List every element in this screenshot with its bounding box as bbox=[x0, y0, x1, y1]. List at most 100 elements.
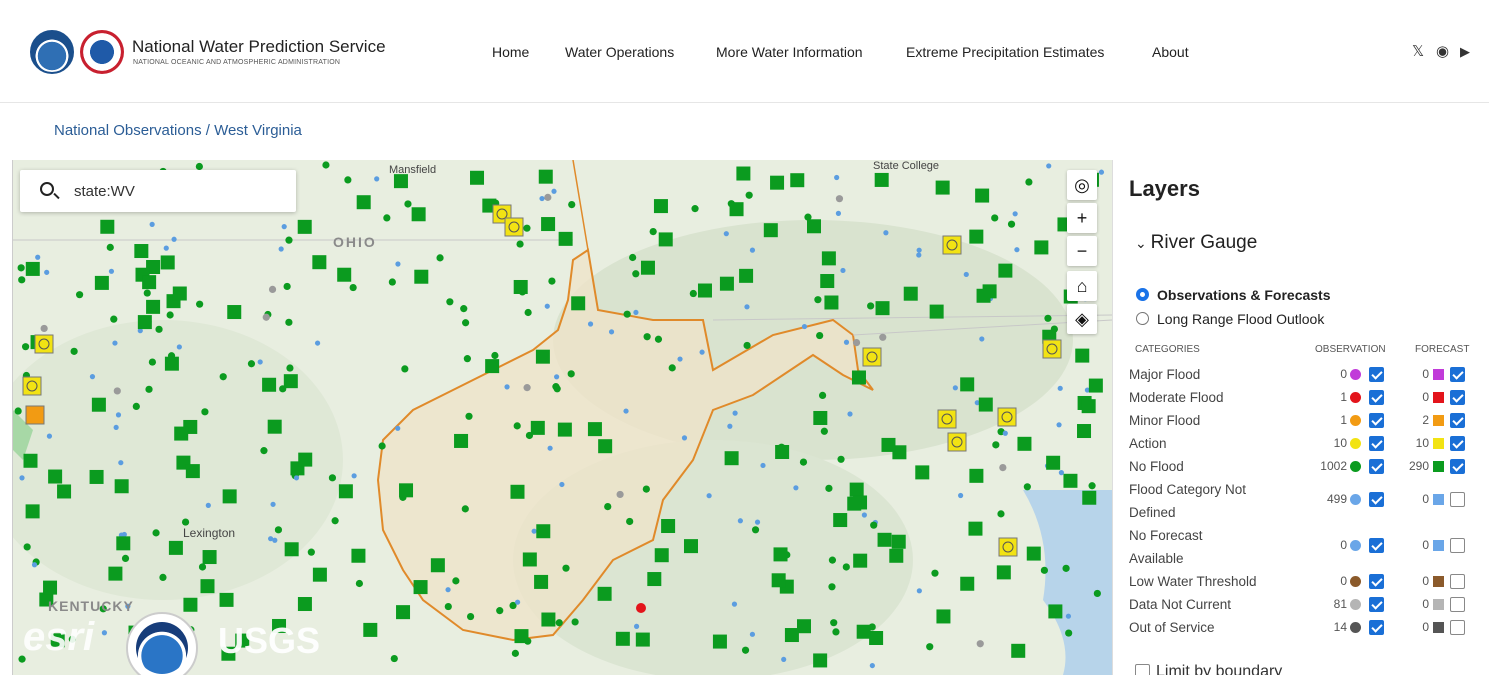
gauge-forecast-square[interactable] bbox=[1026, 546, 1041, 561]
gauge-dot[interactable] bbox=[247, 360, 256, 368]
gauge-dot[interactable] bbox=[623, 408, 629, 414]
gauge-dot[interactable] bbox=[196, 300, 204, 308]
gauge-dot[interactable] bbox=[677, 356, 683, 362]
gauge-dot[interactable] bbox=[828, 556, 837, 564]
gauge-dot[interactable] bbox=[514, 599, 521, 605]
gauge-dot[interactable] bbox=[741, 646, 750, 654]
gauge-dot[interactable] bbox=[181, 518, 190, 526]
gauge-forecast-square[interactable] bbox=[775, 444, 790, 459]
gauge-forecast-square[interactable] bbox=[100, 219, 115, 234]
gauge-dot[interactable] bbox=[749, 631, 756, 637]
gauge-dot[interactable] bbox=[963, 271, 969, 278]
gauge-forecast-square[interactable] bbox=[597, 586, 612, 601]
gauge-forecast-square[interactable] bbox=[284, 542, 299, 557]
gauge-forecast-square[interactable] bbox=[356, 195, 371, 210]
gauge-forecast-square[interactable] bbox=[558, 231, 573, 246]
observation-checkbox[interactable] bbox=[1369, 574, 1384, 589]
gauge-dot[interactable] bbox=[616, 490, 624, 499]
gauge-dot[interactable] bbox=[163, 245, 169, 251]
gauge-dot[interactable] bbox=[1065, 613, 1072, 619]
gauge-dot[interactable] bbox=[121, 531, 127, 538]
map-canvas[interactable] bbox=[13, 160, 1112, 675]
gauge-dot[interactable] bbox=[132, 402, 140, 411]
gauge-dot[interactable] bbox=[916, 588, 922, 594]
gauge-forecast-square[interactable] bbox=[790, 173, 805, 188]
gauge-dot[interactable] bbox=[916, 247, 922, 253]
gauge-dot[interactable] bbox=[328, 474, 337, 482]
limit-by-boundary[interactable]: Limit by boundary bbox=[1135, 663, 1282, 675]
gauge-forecast-square[interactable] bbox=[784, 628, 799, 643]
x-icon[interactable]: 𝕏 bbox=[1412, 42, 1424, 60]
gauge-action-dot[interactable] bbox=[941, 413, 953, 425]
gauge-dot[interactable] bbox=[958, 492, 964, 499]
radio-observations-forecasts[interactable] bbox=[1136, 288, 1149, 301]
gauge-forecast-square[interactable] bbox=[978, 397, 993, 412]
gauge-dot[interactable] bbox=[274, 526, 283, 534]
gauge-forecast-square[interactable] bbox=[960, 377, 975, 392]
gauge-dot[interactable] bbox=[539, 195, 545, 202]
observation-checkbox[interactable] bbox=[1369, 538, 1384, 553]
gauge-dot[interactable] bbox=[283, 282, 291, 291]
gauge-dot[interactable] bbox=[554, 374, 560, 380]
gauge-forecast-square[interactable] bbox=[262, 377, 277, 392]
gauge-dot[interactable] bbox=[861, 512, 867, 518]
gauge-forecast-square[interactable] bbox=[658, 232, 673, 247]
gauge-dot[interactable] bbox=[14, 407, 22, 415]
gauge-dot[interactable] bbox=[31, 562, 38, 568]
gauge-forecast-square[interactable] bbox=[929, 304, 944, 319]
gauge-dot[interactable] bbox=[201, 408, 209, 416]
gauge-dot[interactable] bbox=[744, 304, 750, 310]
gauge-forecast-square[interactable] bbox=[654, 548, 669, 563]
gauge-forecast-square[interactable] bbox=[142, 275, 157, 290]
gauge-dot[interactable] bbox=[553, 385, 561, 393]
observation-checkbox[interactable] bbox=[1369, 413, 1384, 428]
gauge-forecast-square[interactable] bbox=[174, 426, 189, 441]
gauge-dot[interactable] bbox=[110, 315, 118, 323]
gauge-dot[interactable] bbox=[668, 364, 676, 372]
gauge-forecast-square[interactable] bbox=[849, 482, 864, 497]
gauge-dot[interactable] bbox=[374, 176, 380, 182]
gauge-dot[interactable] bbox=[760, 462, 766, 469]
gauge-dot[interactable] bbox=[260, 447, 268, 455]
gauge-dot[interactable] bbox=[835, 210, 842, 216]
gauge-dot[interactable] bbox=[149, 221, 155, 227]
gauge-forecast-square[interactable] bbox=[739, 268, 754, 283]
gauge-dot[interactable] bbox=[463, 355, 471, 363]
gauge-dot[interactable] bbox=[523, 384, 531, 392]
gauge-dot[interactable] bbox=[1007, 220, 1016, 228]
gauge-dot[interactable] bbox=[143, 289, 151, 297]
gauge-forecast-square[interactable] bbox=[1034, 240, 1049, 255]
forecast-checkbox[interactable] bbox=[1450, 390, 1465, 405]
gauge-dot[interactable] bbox=[781, 656, 787, 663]
gauge-dot[interactable] bbox=[979, 336, 985, 342]
gauge-dot[interactable] bbox=[835, 195, 844, 203]
gauge-dot[interactable] bbox=[18, 276, 26, 284]
gauge-forecast-square[interactable] bbox=[510, 484, 525, 499]
gauge-dot[interactable] bbox=[462, 319, 470, 327]
gauge-forecast-square[interactable] bbox=[847, 496, 862, 511]
gauge-action-dot[interactable] bbox=[946, 239, 958, 251]
gauge-dot[interactable] bbox=[1025, 178, 1033, 186]
gauge-moderate-flood-marker[interactable] bbox=[636, 603, 646, 613]
gauge-dot[interactable] bbox=[830, 619, 838, 627]
gauge-dot[interactable] bbox=[445, 587, 451, 593]
gauge-dot[interactable] bbox=[101, 630, 108, 636]
gauge-dot[interactable] bbox=[825, 484, 833, 492]
gauge-forecast-square[interactable] bbox=[969, 468, 984, 483]
gauge-forecast-square[interactable] bbox=[116, 536, 131, 551]
gauge-forecast-square[interactable] bbox=[202, 550, 217, 565]
gauge-dot[interactable] bbox=[723, 231, 729, 237]
gauge-dot[interactable] bbox=[19, 475, 25, 481]
gauge-dot[interactable] bbox=[642, 485, 650, 493]
gauge-forecast-square[interactable] bbox=[697, 283, 712, 298]
gauge-forecast-square[interactable] bbox=[729, 202, 744, 217]
gauge-forecast-square[interactable] bbox=[1081, 399, 1096, 414]
gauge-dot[interactable] bbox=[112, 340, 118, 346]
gauge-forecast-square[interactable] bbox=[635, 632, 650, 647]
gauge-forecast-square[interactable] bbox=[541, 217, 556, 232]
observation-checkbox[interactable] bbox=[1369, 620, 1384, 635]
gauge-forecast-square[interactable] bbox=[94, 275, 109, 290]
gauge-dot[interactable] bbox=[446, 298, 454, 306]
gauge-dot[interactable] bbox=[870, 521, 878, 529]
gauge-dot[interactable] bbox=[632, 270, 640, 278]
